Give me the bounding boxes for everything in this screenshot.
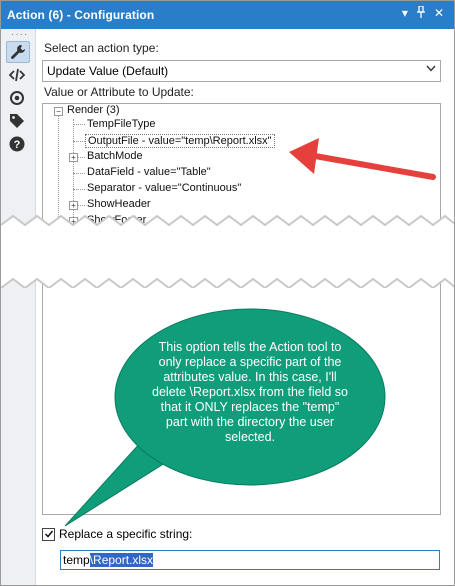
drag-grip-icon[interactable]: ···· — [11, 29, 28, 40]
tree-item[interactable]: TempFileType — [87, 118, 155, 130]
replace-string-plain: temp — [63, 553, 90, 567]
action-type-select[interactable]: Update Value (Default) — [42, 60, 441, 82]
expand-toggle[interactable]: + — [69, 153, 78, 162]
attribute-tree[interactable]: − Render (3) TempFileType OutputFile - v… — [42, 103, 441, 515]
chevron-down-icon[interactable]: ▾ — [402, 6, 408, 21]
tree-item[interactable]: DataField - value="Table" — [87, 166, 211, 178]
replace-string-label: Replace a specific string: — [59, 527, 193, 541]
help-icon[interactable]: ? — [6, 134, 28, 154]
tree-item[interactable]: Separator - value="Continuous" — [87, 182, 241, 194]
callout-text: This option tells the Action tool to onl… — [152, 340, 348, 444]
title-bar-controls: ▾ ✕ — [402, 5, 444, 21]
pin-icon[interactable] — [416, 5, 426, 21]
tree-item-selected[interactable]: OutputFile - value="temp\Report.xlsx" — [85, 134, 275, 148]
svg-text:?: ? — [14, 139, 21, 151]
replace-string-input[interactable]: temp\Report.xlsx — [60, 550, 440, 570]
action-type-label: Select an action type: — [44, 41, 159, 55]
window-title: Action (6) - Configuration — [7, 8, 155, 22]
collapse-toggle[interactable]: − — [54, 107, 63, 116]
title-bar: Action (6) - Configuration ▾ ✕ — [1, 1, 454, 29]
tree-root[interactable]: Render (3) — [67, 104, 120, 116]
action-type-value: Update Value (Default) — [47, 64, 169, 78]
configuration-window: Action (6) - Configuration ▾ ✕ ···· ? Se… — [0, 0, 455, 586]
chevron-down-icon[interactable] — [426, 64, 436, 75]
close-icon[interactable]: ✕ — [434, 6, 444, 21]
target-icon[interactable] — [6, 88, 28, 108]
replace-string-checkbox[interactable] — [42, 527, 55, 541]
sidebar: ···· ? — [1, 29, 36, 585]
code-icon[interactable] — [6, 65, 28, 85]
replace-string-selection: \Report.xlsx — [89, 553, 154, 567]
wrench-icon[interactable] — [6, 41, 30, 63]
replace-string-row[interactable]: Replace a specific string: — [42, 527, 192, 541]
torn-edge-overlay — [1, 214, 454, 288]
tag-icon[interactable] — [6, 111, 28, 131]
tree-item[interactable]: BatchMode — [87, 150, 143, 162]
tree-label: Value or Attribute to Update: — [44, 85, 194, 99]
configuration-content: Select an action type: Update Value (Def… — [36, 29, 454, 585]
